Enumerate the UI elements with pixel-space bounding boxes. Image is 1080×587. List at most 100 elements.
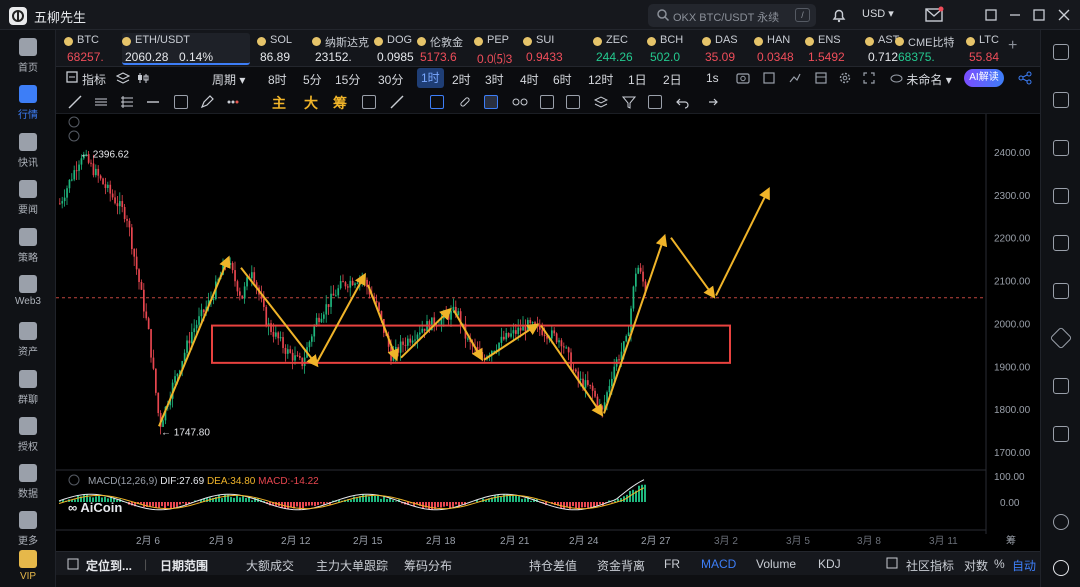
main-force-button[interactable]: 主 xyxy=(272,93,286,113)
chain-icon[interactable] xyxy=(512,95,528,109)
period-5[interactable]: 2时 xyxy=(452,71,471,88)
chart-type-icon[interactable] xyxy=(136,71,150,88)
auto-scale-button[interactable]: 自动 xyxy=(1012,557,1036,574)
ticker-15[interactable]: LTC 55.84 xyxy=(966,33,1006,65)
stack-icon[interactable] xyxy=(593,95,609,109)
orderbook-icon[interactable] xyxy=(1053,283,1069,299)
bell-icon[interactable] xyxy=(830,6,848,24)
nav-item-10[interactable]: 更多 xyxy=(0,511,56,555)
chips-button[interactable]: 筹 xyxy=(333,93,347,113)
nav-item-8[interactable]: 授权 xyxy=(0,417,56,461)
chart-panel-icon[interactable] xyxy=(1053,188,1069,204)
indicator-tab-8[interactable]: KDJ xyxy=(818,557,841,571)
settings-icon[interactable] xyxy=(838,71,852,88)
period-4[interactable]: 1时 xyxy=(417,68,444,88)
draw-mode-icon[interactable] xyxy=(484,95,498,109)
indicator-tab-0[interactable]: 大额成交 xyxy=(246,557,294,574)
locate-button[interactable]: 定位到... xyxy=(86,557,132,574)
window-restore-icon[interactable] xyxy=(982,6,1000,24)
nav-item-4[interactable]: 策略 xyxy=(0,228,56,272)
lock-icon[interactable] xyxy=(540,95,554,109)
document-icon[interactable] xyxy=(1053,92,1069,108)
trade-icon[interactable] xyxy=(1053,140,1069,156)
community-indicator-button[interactable]: 社区指标 xyxy=(906,557,954,574)
indicator-tab-5[interactable]: FR xyxy=(664,557,680,571)
nav-item-7[interactable]: 群聊 xyxy=(0,370,56,414)
redo-icon[interactable] xyxy=(704,95,718,109)
ticker-0[interactable]: BTC 68257. xyxy=(64,33,114,65)
period-6[interactable]: 3时 xyxy=(485,71,504,88)
period-dropdown[interactable]: 周期 ▾ xyxy=(212,71,245,88)
ticker-5[interactable]: 伦敦金 5173.6 xyxy=(417,33,467,65)
alert-icon[interactable] xyxy=(762,71,776,88)
list-icon[interactable] xyxy=(66,71,78,86)
log-scale-button[interactable]: 对数 xyxy=(964,557,988,574)
minimize-icon[interactable] xyxy=(1006,6,1024,24)
rectangle-icon[interactable] xyxy=(174,95,188,109)
ticker-10[interactable]: DAS 35.09 xyxy=(702,33,747,65)
nav-item-1[interactable]: 行情 xyxy=(0,85,56,129)
user-avatar-icon[interactable] xyxy=(1053,560,1069,576)
community-icon[interactable] xyxy=(886,557,898,572)
ticker-11[interactable]: HAN 0.0348 xyxy=(754,33,799,65)
nav-item-0[interactable]: 首页 xyxy=(0,38,56,82)
nav-item-5[interactable]: Web3 xyxy=(0,275,56,319)
mail-icon[interactable] xyxy=(924,6,944,24)
period-3[interactable]: 30分 xyxy=(378,71,403,88)
period-11[interactable]: 2日 xyxy=(663,71,682,88)
ticker-9[interactable]: BCH 502.0 xyxy=(647,33,697,65)
fib-icon[interactable] xyxy=(120,95,134,109)
locate-icon[interactable] xyxy=(66,557,80,574)
period-7[interactable]: 4时 xyxy=(520,71,539,88)
table-icon[interactable] xyxy=(1053,426,1069,442)
period-2[interactable]: 15分 xyxy=(335,71,360,88)
period-9[interactable]: 12时 xyxy=(588,71,613,88)
compare-icon[interactable] xyxy=(788,71,802,88)
period-8[interactable]: 6时 xyxy=(553,71,572,88)
indicator-button[interactable]: 指标 xyxy=(82,71,106,88)
support-icon[interactable] xyxy=(1053,514,1069,530)
layers-icon[interactable] xyxy=(115,71,131,88)
big-order-button[interactable]: 大 xyxy=(304,93,318,113)
eye-icon[interactable] xyxy=(566,95,580,109)
ticker-7[interactable]: SUI 0.9433 xyxy=(523,33,573,65)
filter-icon[interactable] xyxy=(621,95,637,109)
ticker-12[interactable]: ENS 1.5492 xyxy=(805,33,855,65)
indicator-tab-1[interactable]: 主力大单跟踪 xyxy=(316,557,388,574)
period-1[interactable]: 5分 xyxy=(303,71,322,88)
nav-item-2[interactable]: 快讯 xyxy=(0,133,56,177)
period-0[interactable]: 8时 xyxy=(268,71,287,88)
nav-item-9[interactable]: 数据 xyxy=(0,464,56,508)
fullscreen-icon[interactable] xyxy=(862,71,876,88)
ruler-icon[interactable] xyxy=(390,95,404,109)
indicator-tab-6[interactable]: MACD xyxy=(701,557,736,571)
period-12[interactable]: 1s xyxy=(706,71,719,85)
magnet-icon[interactable] xyxy=(362,95,376,109)
undo-icon[interactable] xyxy=(676,95,690,109)
grid-icon[interactable] xyxy=(1053,44,1069,60)
ray-icon[interactable] xyxy=(146,95,160,109)
add-ticker-icon[interactable]: + xyxy=(1008,37,1017,55)
pencil-icon[interactable] xyxy=(200,95,214,109)
diamond-icon[interactable] xyxy=(1049,326,1073,350)
search-input[interactable]: OKX BTC/USDT 永续 / xyxy=(648,4,816,27)
currency-select[interactable]: USD ▾ xyxy=(862,7,894,20)
trend-line-icon[interactable] xyxy=(68,95,82,109)
more-tools-icon[interactable] xyxy=(226,95,240,109)
ticker-6[interactable]: PEP 0.0⑸3 xyxy=(474,33,519,66)
indicator-tab-3[interactable]: 持仓差值 xyxy=(529,557,577,574)
calendar-icon[interactable] xyxy=(1053,378,1069,394)
price-chart[interactable]: 2400.00 2300.00 2200.00 2100.00 2000.00 1900.… xyxy=(56,114,1040,558)
ticker-14[interactable]: CME比特 68375. xyxy=(895,33,960,65)
ticker-4[interactable]: DOG 0.0985 xyxy=(374,33,414,65)
crosshair-icon[interactable] xyxy=(430,95,444,109)
horizontal-lines-icon[interactable] xyxy=(94,95,108,109)
close-icon[interactable] xyxy=(1055,6,1073,24)
ticker-8[interactable]: ZEC 244.26 xyxy=(593,33,643,65)
percent-scale-button[interactable]: % xyxy=(994,557,1005,571)
ai-analysis-button[interactable]: AI解读 xyxy=(964,69,1004,87)
nav-item-6[interactable]: 资产 xyxy=(0,322,56,366)
ticker-3[interactable]: 纳斯达克 23152. xyxy=(312,33,369,65)
camera-icon[interactable] xyxy=(736,71,750,88)
trash-icon[interactable] xyxy=(648,95,662,109)
